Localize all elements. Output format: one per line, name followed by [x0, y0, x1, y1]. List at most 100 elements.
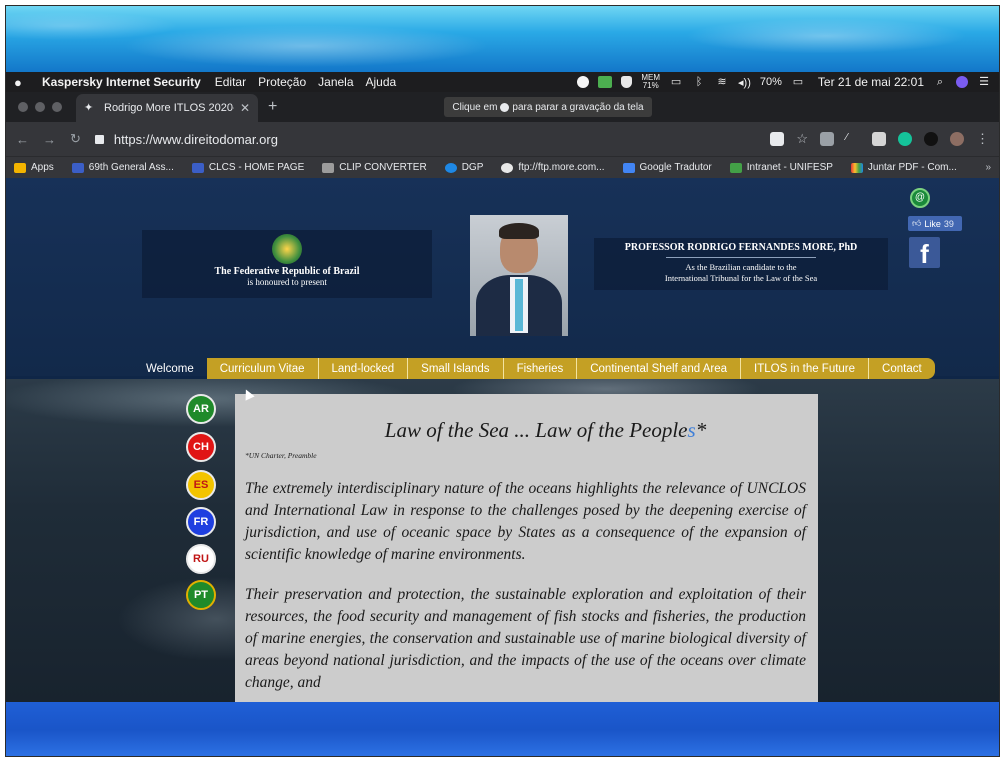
record-stop-icon: [500, 102, 510, 112]
main-content-panel: Law of the Sea ... Law of the Peoples* *…: [235, 394, 818, 702]
bookmark-google-tradutor[interactable]: Google Tradutor: [622, 162, 712, 173]
siri-icon[interactable]: [956, 76, 968, 88]
bluetooth-icon[interactable]: ᛒ: [692, 76, 706, 88]
nav-itlos-future[interactable]: ITLOS in the Future: [741, 358, 870, 379]
wifi-icon[interactable]: ≋: [715, 76, 729, 88]
bookmark-69th-general[interactable]: 69th General Ass...: [71, 162, 174, 173]
screenshot-app-icon[interactable]: [598, 76, 613, 88]
bookmarks-overflow-icon[interactable]: »: [985, 162, 991, 173]
email-icon[interactable]: @: [910, 188, 930, 208]
lang-pt-button[interactable]: PT: [186, 580, 216, 610]
lang-es-button[interactable]: ES: [186, 470, 216, 500]
un-icon: [71, 162, 84, 173]
tab-title: Rodrigo More ITLOS 2020-202: [104, 102, 234, 114]
facebook-icon[interactable]: f: [909, 237, 940, 269]
candidate-name: PROFESSOR RODRIGO FERNANDES MORE, PhD: [624, 242, 858, 253]
close-tab-icon[interactable]: ✕: [240, 101, 250, 115]
app-name-menu[interactable]: Kaspersky Internet Security: [42, 75, 201, 89]
battery-icon[interactable]: ▭: [791, 76, 805, 88]
candidate-info-box: PROFESSOR RODRIGO FERNANDES MORE, PhD As…: [594, 238, 888, 290]
menu-editar[interactable]: Editar: [215, 75, 246, 89]
memory-status[interactable]: MEM 71%: [641, 74, 660, 90]
extension-icons: ☆ ⁄ ⋮: [770, 131, 989, 147]
nav-curriculum-vitae[interactable]: Curriculum Vitae: [206, 358, 319, 379]
thumbs-up-icon: 👍︎: [912, 218, 922, 228]
nav-fisheries[interactable]: Fisheries: [503, 358, 578, 379]
bookmark-dgp[interactable]: DGP: [444, 162, 483, 173]
zoom-window-button[interactable]: [52, 102, 62, 112]
clock[interactable]: Ter 21 de mai 22:01: [818, 75, 924, 89]
facebook-like-button[interactable]: 👍︎ Like 39: [908, 216, 962, 231]
desktop-bottom: [6, 702, 999, 756]
new-tab-button[interactable]: +: [268, 98, 277, 116]
bookmark-juntar-pdf[interactable]: Juntar PDF - Com...: [850, 162, 957, 173]
site-header: The Federative Republic of Brazil is hon…: [6, 178, 999, 376]
translate-icon: [622, 162, 635, 173]
nav-continental-shelf[interactable]: Continental Shelf and Area: [577, 358, 742, 379]
lang-fr-button[interactable]: FR: [186, 507, 216, 537]
url-text: https://www.direitodomar.org: [113, 131, 278, 147]
mac-menu-bar: ● Kaspersky Internet Security Editar Pro…: [6, 72, 999, 92]
like-label: Like: [924, 218, 941, 229]
menu-janela[interactable]: Janela: [318, 75, 353, 89]
nav-contact[interactable]: Contact: [869, 358, 935, 379]
lang-ar-button[interactable]: AR: [186, 394, 216, 424]
divider: [666, 257, 816, 258]
candidate-line2: International Tribunal for the Law of th…: [664, 273, 818, 283]
lang-ch-button[interactable]: CH: [186, 432, 216, 462]
status-area: MEM 71% ▭ ᛒ ≋ ◂)) 70% ▭ Ter 21 de mai 22…: [577, 74, 991, 90]
intro-paragraph-1: The extremely interdisciplinary nature o…: [245, 480, 806, 563]
website-viewport: The Federative Republic of Brazil is hon…: [6, 178, 999, 702]
brazil-subtitle: is honoured to present: [247, 277, 327, 287]
clip-converter-icon: [322, 162, 335, 173]
nav-land-locked[interactable]: Land-locked: [318, 358, 409, 379]
battery-percent[interactable]: 70%: [760, 76, 782, 88]
spotlight-search-icon[interactable]: ⌕: [933, 76, 947, 88]
menu-ajuda[interactable]: Ajuda: [366, 75, 397, 89]
address-bar[interactable]: https://www.direitodomar.org: [94, 127, 770, 151]
grammarly-icon[interactable]: [898, 132, 912, 146]
close-window-button[interactable]: [18, 102, 28, 112]
translate-icon[interactable]: [770, 132, 785, 146]
back-arrow-icon[interactable]: ←: [16, 132, 29, 147]
brazil-presents-box: The Federative Republic of Brazil is hon…: [142, 230, 432, 298]
bookmark-clcs[interactable]: CLCS - HOME PAGE: [191, 162, 304, 173]
browser-menu-icon[interactable]: ⋮: [976, 131, 989, 147]
menu-protecao[interactable]: Proteção: [258, 75, 306, 89]
brazil-coat-of-arms-icon: [272, 234, 302, 264]
shield-extension-icon[interactable]: [924, 132, 938, 146]
bookmarks-bar: Apps 69th General Ass... CLCS - HOME PAG…: [6, 156, 999, 178]
pdf-icon: [850, 162, 863, 173]
nav-welcome[interactable]: Welcome: [136, 358, 207, 379]
volume-icon[interactable]: ◂)): [738, 76, 751, 89]
candidate-portrait: [470, 215, 568, 336]
desktop-wallpaper: [6, 6, 999, 72]
bookmark-intranet-unifesp[interactable]: Intranet - UNIFESP: [729, 162, 833, 173]
lang-ru-button[interactable]: RU: [186, 544, 216, 574]
site-navigation: Welcome Curriculum Vitae Land-locked Sma…: [136, 358, 935, 379]
footnote: *UN Charter, Preamble: [245, 451, 317, 460]
browser-tab-active[interactable]: ✦ Rodrigo More ITLOS 2020-202 ✕: [76, 94, 258, 122]
pen-extension-icon[interactable]: ⁄: [846, 132, 860, 146]
bookmark-ftp[interactable]: ftp://ftp.more.com...: [501, 162, 605, 173]
airplay-icon[interactable]: ▭: [669, 76, 683, 88]
photo-extension-icon[interactable]: [872, 132, 886, 146]
bookmark-clip-converter[interactable]: CLIP CONVERTER: [322, 162, 427, 173]
drive-icon[interactable]: [820, 132, 834, 146]
nav-small-islands[interactable]: Small Islands: [408, 358, 504, 379]
un-icon: [191, 162, 204, 173]
record-stop-icon[interactable]: [577, 76, 590, 88]
lock-icon: [94, 134, 104, 144]
notification-center-icon[interactable]: ☰: [977, 76, 991, 88]
forward-arrow-icon[interactable]: →: [43, 132, 56, 147]
minimize-window-button[interactable]: [35, 102, 45, 112]
user-avatar-icon[interactable]: [950, 132, 964, 146]
bookmark-star-icon[interactable]: ☆: [796, 131, 808, 147]
apple-icon[interactable]: ●: [14, 75, 28, 90]
browser-tab-strip: ✦ Rodrigo More ITLOS 2020-202 ✕ + Clique…: [6, 92, 999, 122]
kaspersky-shield-icon[interactable]: [621, 76, 633, 88]
bookmark-apps[interactable]: Apps: [14, 162, 54, 173]
reload-icon[interactable]: ↻: [70, 131, 81, 147]
dgp-icon: [444, 162, 457, 173]
globe-icon: [501, 162, 514, 173]
